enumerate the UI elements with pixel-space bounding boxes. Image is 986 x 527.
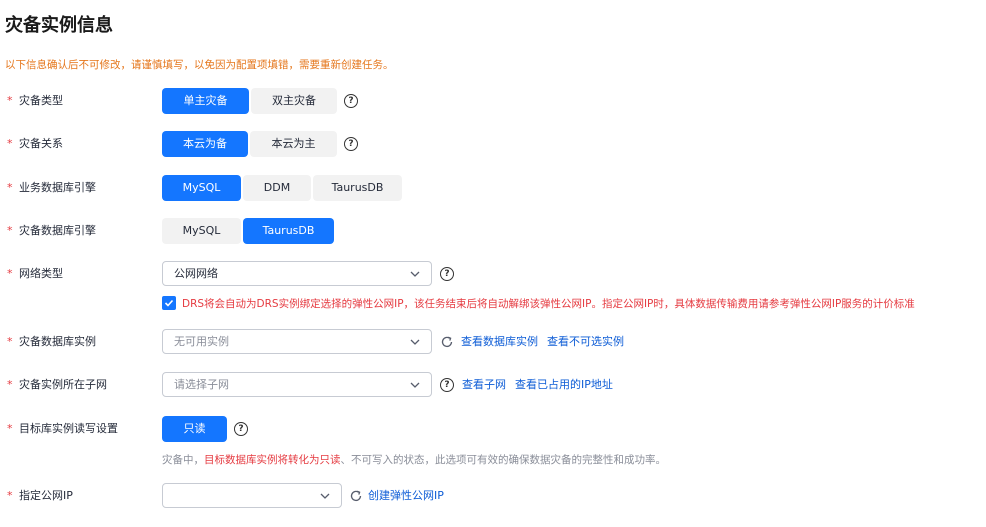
help-icon[interactable]: ? [344, 94, 358, 108]
option-single-master[interactable]: 单主灾备 [162, 88, 249, 114]
subnet-placeholder: 请选择子网 [174, 378, 229, 391]
row-dr-instance: * 灾备数据库实例 无可用实例 查看数据库实例 查看不可选实例 [0, 329, 986, 355]
option-cloud-primary[interactable]: 本云为主 [250, 131, 337, 157]
row-network: * 网络类型 公网网络 ? [0, 261, 986, 287]
segment-dr-relation: 本云为备 本云为主 [162, 131, 337, 157]
rw-setting-hint: 灾备中，目标数据库实例将转化为只读、不可写入的状态，此选项可有效的确保数据灾备的… [162, 454, 666, 466]
eip-auto-bind-option: DRS将会自动为DRS实例绑定选择的弹性公网IP，该任务结束后将自动解绑该弹性公… [162, 295, 915, 311]
help-icon[interactable]: ? [440, 267, 454, 281]
option-dual-master[interactable]: 双主灾备 [251, 88, 337, 114]
row-rw-setting: * 目标库实例读写设置 只读 ? [0, 416, 986, 442]
dr-instance-placeholder: 无可用实例 [174, 335, 229, 348]
row-subnet: * 灾备实例所在子网 请选择子网 ? 查看子网 查看已占用的IP地址 [0, 372, 986, 398]
label-public-ip: * 指定公网IP [7, 489, 73, 502]
create-eip-link[interactable]: 创建弹性公网IP [368, 483, 444, 509]
view-used-ip-link[interactable]: 查看已占用的IP地址 [515, 372, 613, 398]
chevron-down-icon [320, 493, 330, 499]
segment-rw-setting: 只读 [162, 416, 227, 442]
help-icon[interactable]: ? [234, 422, 248, 436]
read-only-button[interactable]: 只读 [162, 416, 227, 442]
row-public-ip: * 指定公网IP 创建弹性公网IP [0, 483, 986, 509]
dr-instance-select[interactable]: 无可用实例 [162, 329, 432, 354]
label-dr-type: * 灾备类型 [7, 88, 63, 114]
label-dr-relation: * 灾备关系 [7, 137, 63, 150]
option-dr-taurusdb[interactable]: TaurusDB [243, 218, 334, 244]
row-biz-engine: * 业务数据库引擎 MySQL DDM TaurusDB [0, 175, 986, 201]
label-biz-engine: * 业务数据库引擎 [7, 181, 96, 194]
chevron-down-icon [410, 271, 420, 277]
option-dr-mysql[interactable]: MySQL [162, 218, 241, 244]
row-dr-type: * 灾备类型 单主灾备 双主灾备 ? [0, 88, 986, 114]
label-dr-instance: * 灾备数据库实例 [7, 335, 96, 348]
public-ip-select[interactable] [162, 483, 342, 508]
chevron-down-icon [410, 382, 420, 388]
check-icon [164, 299, 174, 307]
option-biz-ddm[interactable]: DDM [243, 175, 311, 201]
label-rw-setting: * 目标库实例读写设置 [7, 422, 118, 435]
network-type-value: 公网网络 [174, 267, 218, 280]
view-db-instances-link[interactable]: 查看数据库实例 [461, 329, 538, 355]
view-subnet-link[interactable]: 查看子网 [462, 372, 506, 398]
subnet-select[interactable]: 请选择子网 [162, 372, 432, 397]
label-subnet: * 灾备实例所在子网 [7, 378, 107, 391]
option-biz-mysql[interactable]: MySQL [162, 175, 241, 201]
option-cloud-standby[interactable]: 本云为备 [162, 131, 248, 157]
label-network: * 网络类型 [7, 267, 63, 280]
eip-checkbox[interactable] [162, 296, 176, 310]
help-icon[interactable]: ? [440, 378, 454, 392]
network-type-select[interactable]: 公网网络 [162, 261, 432, 286]
row-dr-relation: * 灾备关系 本云为备 本云为主 ? [0, 131, 986, 157]
option-biz-taurusdb[interactable]: TaurusDB [313, 175, 402, 201]
chevron-down-icon [410, 339, 420, 345]
help-icon[interactable]: ? [344, 137, 358, 151]
segment-dr-engine: MySQL TaurusDB [162, 218, 334, 244]
notice-text: 以下信息确认后不可修改，请谨慎填写，以免因为配置项填错，需要重新创建任务。 [5, 59, 394, 71]
segment-biz-engine: MySQL DDM TaurusDB [162, 175, 402, 201]
row-dr-engine: * 灾备数据库引擎 MySQL TaurusDB [0, 218, 986, 244]
label-dr-engine: * 灾备数据库引擎 [7, 224, 96, 237]
refresh-icon[interactable] [349, 489, 363, 503]
eip-checkbox-text: DRS将会自动为DRS实例绑定选择的弹性公网IP，该任务结束后将自动解绑该弹性公… [182, 297, 915, 310]
segment-dr-type: 单主灾备 双主灾备 [162, 88, 337, 114]
required-mark: * [7, 94, 13, 107]
page-title: 灾备实例信息 [5, 15, 113, 36]
view-unselectable-instances-link[interactable]: 查看不可选实例 [547, 329, 624, 355]
refresh-icon[interactable] [440, 335, 454, 349]
